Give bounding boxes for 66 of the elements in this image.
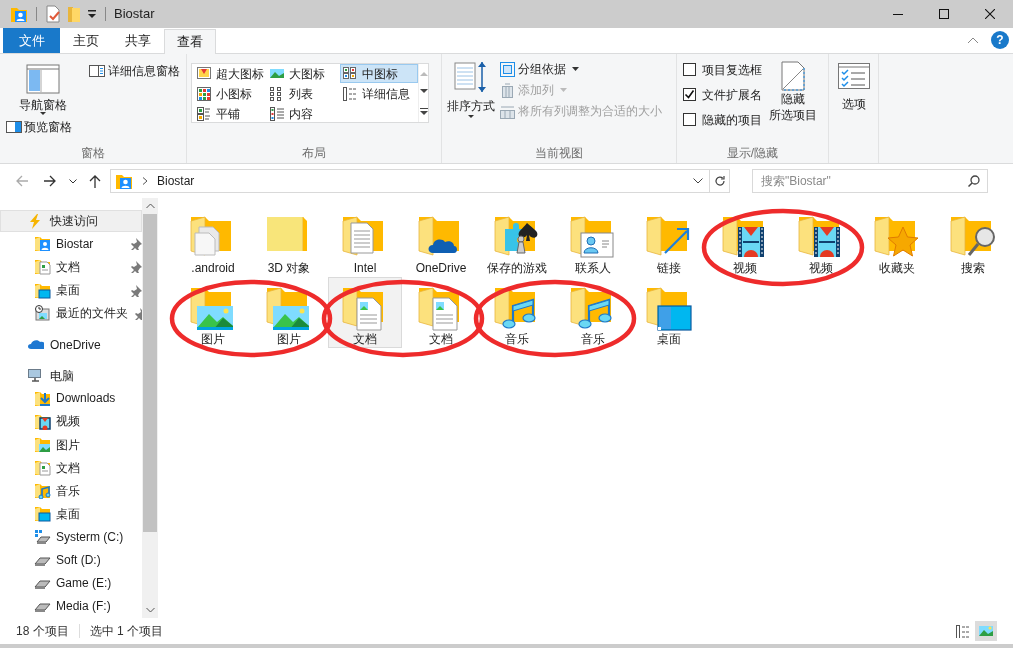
selection-count: 选中 1 个项目	[89, 623, 164, 640]
help-button[interactable]: ?	[991, 31, 1009, 49]
folder-item[interactable]: .android	[176, 206, 250, 277]
navigation-item[interactable]: Downloads	[0, 386, 142, 410]
navigation-pane-button[interactable]: 导航窗格	[6, 62, 79, 116]
navigation-item[interactable]: 文档	[0, 456, 142, 480]
layout-option[interactable]: 平铺	[194, 104, 267, 123]
breadcrumb-item[interactable]: Biostar	[157, 172, 195, 190]
folder-item[interactable]: 图片	[252, 277, 326, 348]
layout-option[interactable]: 超大图标	[194, 64, 267, 83]
folder-item[interactable]: 联系人	[556, 206, 630, 277]
folder-item[interactable]: Intel	[328, 206, 402, 277]
navigation-item[interactable]: 图片	[0, 432, 142, 457]
address-field[interactable]: Biostar	[110, 169, 730, 193]
ribbon-group-label: 显示/隐藏	[726, 145, 779, 162]
details-pane-button[interactable]: 详细信息窗格	[89, 62, 180, 80]
search-field[interactable]: 搜索"Biostar"	[752, 169, 988, 193]
folder-item[interactable]: 链接	[632, 206, 706, 277]
navigation-item[interactable]: OneDrive	[0, 333, 142, 356]
navigation-item[interactable]: 电脑	[0, 364, 142, 387]
navigation-item[interactable]: 文档	[0, 255, 142, 279]
folder-item[interactable]: 桌面	[632, 277, 706, 348]
ribbon-group-label: 当前视图	[535, 145, 583, 162]
checkbox-option[interactable]: 文件扩展名	[683, 85, 762, 104]
folder-item[interactable]: 搜索	[936, 206, 1010, 277]
layout-option[interactable]: 列表	[267, 84, 340, 103]
layout-option[interactable]: 小图标	[194, 84, 267, 103]
ribbon-tab[interactable]: 查看	[164, 29, 216, 54]
layout-option[interactable]: 中图标	[340, 64, 418, 83]
folder-item[interactable]: 音乐	[480, 277, 554, 348]
item-count: 18 个项目	[16, 623, 69, 640]
navigation-item[interactable]: 音乐	[0, 479, 142, 503]
preview-pane-button[interactable]: 预览窗格	[6, 118, 79, 136]
folder-item[interactable]: 视频	[784, 206, 858, 277]
layout-option[interactable]: 详细信息	[340, 84, 418, 103]
navigation-item[interactable]: Biostar	[0, 232, 142, 256]
layout-option[interactable]: 大图标	[267, 64, 340, 83]
navigation-item[interactable]: 视频	[0, 409, 142, 433]
file-menu-tab[interactable]: 文件	[3, 28, 60, 53]
navigation-item[interactable]: 桌面	[0, 502, 142, 526]
group-by-button[interactable]: 分组依据	[500, 60, 662, 78]
window-title: Biostar	[114, 5, 155, 24]
checkbox-option[interactable]: 项目复选框	[683, 60, 762, 79]
checkbox-option[interactable]: 隐藏的项目	[683, 110, 762, 129]
folder-item[interactable]: OneDrive	[404, 206, 478, 277]
sort-by-button[interactable]: 排序方式	[446, 60, 496, 143]
folder-item[interactable]: 音乐	[556, 277, 630, 348]
navigation-item[interactable]: 桌面	[0, 278, 142, 302]
folder-item[interactable]: 保存的游戏	[480, 206, 554, 277]
navigation-item[interactable]: Systerm (C:)	[0, 525, 142, 549]
folder-item[interactable]: 视频	[708, 206, 782, 277]
options-button[interactable]: 选项	[837, 63, 870, 113]
folder-item[interactable]: 文档	[404, 277, 478, 348]
layout-option[interactable]: 内容	[267, 104, 340, 123]
folder-item[interactable]: 3D 对象	[252, 206, 326, 277]
navigation-item[interactable]: Media (F:)	[0, 594, 142, 619]
navigation-item[interactable]: Soft (D:)	[0, 548, 142, 572]
ribbon-group-label: 布局	[302, 145, 326, 162]
ribbon-tab[interactable]: 主页	[60, 28, 112, 53]
hide-selected-items-button[interactable]: 隐藏 所选项目	[764, 60, 822, 143]
ribbon-tab[interactable]: 共享	[112, 28, 164, 53]
ribbon-group-label: 窗格	[81, 145, 105, 162]
folder-item[interactable]: 收藏夹	[860, 206, 934, 277]
navigation-item[interactable]: Game (E:)	[0, 571, 142, 595]
folder-item[interactable]: 图片	[176, 277, 250, 348]
navigation-item[interactable]: 快速访问	[0, 210, 142, 233]
